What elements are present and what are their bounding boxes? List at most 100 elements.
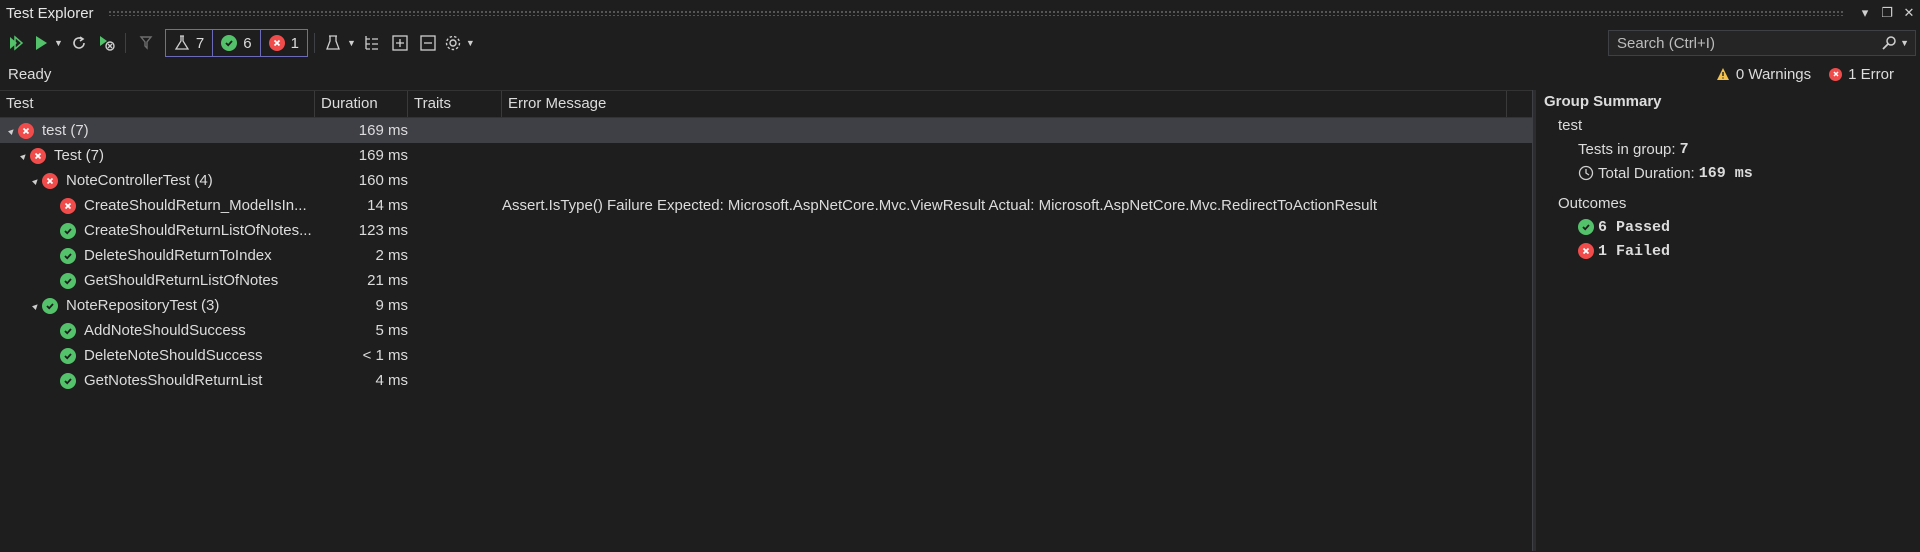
failed-tests-filter[interactable]: 1	[259, 29, 308, 57]
test-name: NoteRepositoryTest (3)	[66, 297, 220, 314]
table-row[interactable]: AddNoteShouldSuccess 5 ms	[0, 318, 1532, 343]
cancel-button[interactable]	[136, 29, 160, 57]
test-name: CreateShouldReturnListOfNotes...	[84, 222, 312, 239]
test-name-cell: DeleteShouldReturnToIndex	[0, 247, 315, 264]
test-name: GetNotesShouldReturnList	[84, 372, 263, 389]
errors-count: 1 Error	[1848, 65, 1894, 83]
failed-icon	[18, 122, 34, 139]
test-list: Test Duration Traits Error Message ▲ test…	[0, 90, 1532, 552]
passed-icon	[221, 35, 238, 51]
run-failed-button[interactable]	[95, 29, 119, 57]
failed-outcome-text: 1 Failed	[1598, 242, 1671, 260]
chevron-down-icon[interactable]: ▼	[466, 38, 475, 48]
settings-button[interactable]: ▼	[444, 29, 475, 57]
table-row[interactable]: GetShouldReturnListOfNotes 21 ms	[0, 268, 1532, 293]
table-row[interactable]: ▲ NoteRepositoryTest (3) 9 ms	[0, 293, 1532, 318]
run-all-button[interactable]	[4, 29, 28, 57]
total-count: 7	[195, 34, 205, 52]
play-icon	[36, 36, 47, 50]
chevron-down-icon[interactable]: ▼	[54, 38, 63, 48]
failed-icon	[268, 35, 285, 51]
expand-toggle-icon	[44, 251, 52, 259]
table-row[interactable]: DeleteShouldReturnToIndex 2 ms	[0, 243, 1532, 268]
outcome-passed[interactable]: 6 Passed	[1536, 215, 1920, 239]
test-name-cell: DeleteNoteShouldSuccess	[0, 347, 315, 364]
run-all-icon	[10, 35, 24, 51]
playlist-icon	[326, 35, 340, 50]
duration-value: 160 ms	[358, 172, 408, 189]
total-duration-label: Total Duration:	[1598, 164, 1695, 182]
chevron-down-icon[interactable]: ▼	[347, 38, 356, 48]
summary-title: Group Summary	[1544, 93, 1662, 110]
failed-count: 1	[290, 34, 299, 52]
table-row[interactable]: DeleteNoteShouldSuccess < 1 ms	[0, 343, 1532, 368]
group-summary-pane: Group Summary test Tests in group: 7 Tot…	[1536, 90, 1920, 551]
passed-outcome-text: 6 Passed	[1598, 218, 1671, 236]
duration-value: 169 ms	[358, 147, 408, 164]
table-row[interactable]: ▲ NoteControllerTest (4) 160 ms	[0, 168, 1532, 193]
table-row[interactable]: ▲ Test (7) 169 ms	[0, 143, 1532, 168]
test-name: CreateShouldReturn_ModelIsIn...	[84, 197, 307, 214]
chevron-down-icon[interactable]: ▼	[1900, 38, 1909, 48]
duration-cell: 169 ms	[315, 122, 408, 139]
column-header-duration[interactable]: Duration	[315, 91, 408, 117]
toolbar-separator	[124, 33, 126, 53]
total-duration-value: 169 ms	[1698, 164, 1753, 182]
expand-all-button[interactable]	[388, 29, 412, 57]
float-window-icon[interactable]: ❐	[1876, 2, 1898, 24]
test-name-cell: ▲ Test (7)	[0, 147, 315, 164]
expand-toggle-icon[interactable]: ▲	[28, 173, 44, 189]
playlist-button[interactable]: ▼	[325, 29, 356, 57]
close-icon[interactable]: ✕	[1898, 2, 1920, 24]
error-message-cell: Assert.IsType() Failure Expected: Micros…	[502, 197, 1378, 214]
warning-icon	[1716, 68, 1729, 80]
failed-icon	[42, 172, 58, 189]
search-input[interactable]	[1615, 33, 1882, 53]
grid-header: Test Duration Traits Error Message	[0, 91, 1532, 118]
table-row[interactable]: CreateShouldReturn_ModelIsIn... 14 ms Asse…	[0, 193, 1532, 218]
duration-cell: 21 ms	[315, 272, 408, 289]
gear-icon	[445, 35, 461, 51]
total-tests-filter[interactable]: 7	[164, 29, 214, 57]
table-row[interactable]: CreateShouldReturnListOfNotes... 123 ms	[0, 218, 1532, 243]
passed-icon	[60, 247, 76, 264]
group-by-button[interactable]	[360, 29, 384, 57]
expand-toggle-icon	[44, 326, 52, 334]
passed-icon	[60, 347, 76, 364]
table-row[interactable]: GetNotesShouldReturnList 4 ms	[0, 368, 1532, 393]
outcome-failed[interactable]: 1 Failed	[1536, 239, 1920, 263]
column-header-traits[interactable]: Traits	[408, 91, 502, 117]
refresh-icon	[73, 36, 85, 49]
collapse-all-button[interactable]	[416, 29, 440, 57]
run-button[interactable]: ▼	[32, 29, 63, 57]
tests-in-group: Tests in group: 7	[1536, 137, 1920, 161]
search-box[interactable]: ▼	[1608, 30, 1916, 56]
errors-indicator[interactable]: 1 Error	[1829, 66, 1894, 83]
hierarchy-icon	[365, 36, 378, 50]
test-name: GetShouldReturnListOfNotes	[84, 272, 279, 289]
column-header-test[interactable]: Test	[0, 91, 315, 117]
table-row[interactable]: ▲ test (7) 169 ms	[0, 118, 1532, 143]
test-name-cell: AddNoteShouldSuccess	[0, 322, 315, 339]
test-name-cell: GetNotesShouldReturnList	[0, 372, 315, 389]
search-icon[interactable]	[1881, 35, 1897, 51]
duration-value: 123 ms	[358, 222, 408, 239]
test-name: NoteControllerTest (4)	[66, 172, 213, 189]
summary-group-name: test	[1558, 116, 1583, 134]
passed-tests-filter[interactable]: 6	[212, 29, 261, 57]
duration-value: 9 ms	[375, 297, 408, 314]
duration-cell: 9 ms	[315, 297, 408, 314]
warnings-indicator[interactable]: 0 Warnings	[1716, 66, 1811, 83]
expand-toggle-icon[interactable]: ▲	[28, 298, 44, 314]
passed-icon	[60, 272, 76, 289]
drag-grip[interactable]	[107, 10, 1844, 16]
column-header-error-message[interactable]: Error Message	[502, 91, 1507, 117]
duration-value: 169 ms	[358, 122, 408, 139]
repeat-last-run-button[interactable]	[67, 29, 91, 57]
window-options-icon[interactable]: ▾	[1854, 2, 1876, 24]
expand-toggle-icon[interactable]: ▲	[4, 123, 20, 139]
expand-toggle-icon[interactable]: ▲	[16, 148, 32, 164]
error-icon	[1829, 67, 1843, 81]
passed-count: 6	[243, 34, 252, 52]
clock-icon	[1578, 165, 1594, 181]
